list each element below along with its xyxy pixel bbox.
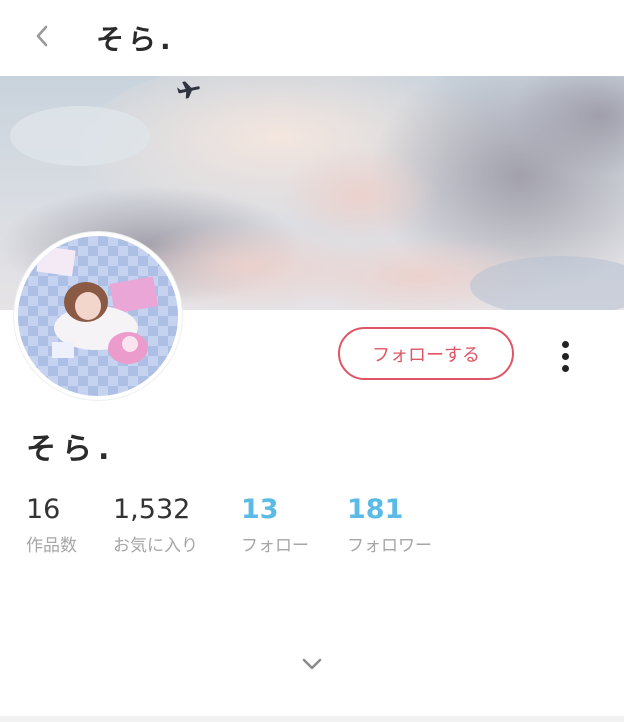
stat-works: 16 作品数 bbox=[26, 492, 77, 558]
profile-name: そら. bbox=[26, 432, 116, 467]
stat-value: 16 bbox=[26, 494, 61, 525]
avatar[interactable] bbox=[14, 232, 182, 400]
more-options-button[interactable] bbox=[548, 336, 582, 376]
stat-label: フォロワー bbox=[347, 536, 432, 556]
chevron-left-icon bbox=[36, 25, 48, 47]
stat-label: フォロー bbox=[241, 536, 309, 556]
stat-following[interactable]: 13 フォロー bbox=[241, 492, 309, 558]
follow-button[interactable]: フォローする bbox=[338, 327, 514, 380]
vertical-dots-icon bbox=[561, 352, 569, 360]
stat-value: 1,532 bbox=[113, 494, 191, 525]
stat-label: 作品数 bbox=[26, 536, 77, 556]
chevron-down-icon bbox=[302, 658, 322, 670]
header-title: そら. bbox=[96, 23, 175, 56]
vertical-dots-icon bbox=[561, 340, 569, 348]
profile-page: そら. フォローする そら. 16 作品数 1,532 お気に入り 13 フォロ… bbox=[0, 0, 624, 722]
stat-label: お気に入り bbox=[113, 536, 198, 556]
expand-button[interactable] bbox=[296, 652, 328, 676]
stat-followers[interactable]: 181 フォロワー bbox=[347, 492, 432, 558]
stat-favorites: 1,532 お気に入り bbox=[113, 492, 198, 558]
stat-value: 13 bbox=[241, 494, 279, 525]
top-bar: そら. bbox=[0, 0, 624, 77]
vertical-dots-icon bbox=[561, 364, 569, 372]
stat-value: 181 bbox=[347, 494, 404, 525]
bottom-divider bbox=[0, 716, 624, 722]
back-button[interactable] bbox=[26, 20, 58, 52]
